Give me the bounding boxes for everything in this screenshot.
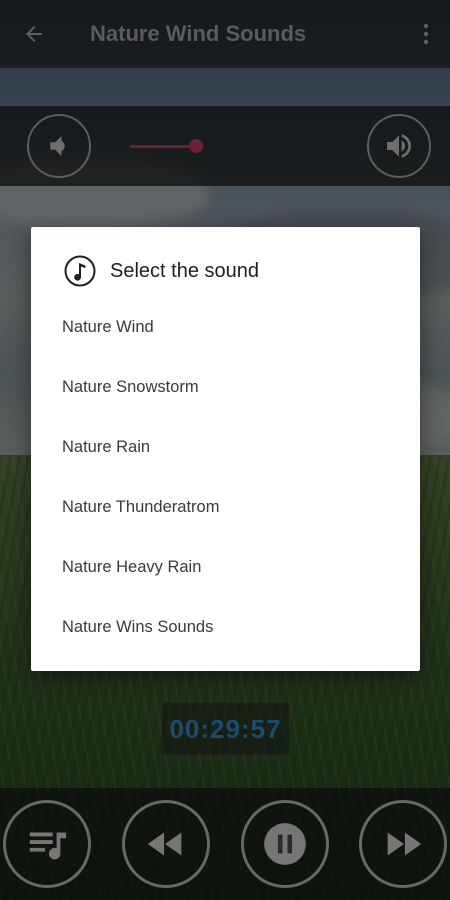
dialog-title: Select the sound: [110, 259, 259, 282]
volume-slider[interactable]: [130, 139, 203, 153]
arrow-left-icon: [26, 26, 42, 42]
volume-up-button[interactable]: [367, 114, 431, 178]
sound-option-nature-wind[interactable]: Nature Wind: [31, 297, 420, 357]
volume-down-icon: [50, 136, 65, 156]
sound-option-nature-wins-sounds[interactable]: Nature Wins Sounds: [31, 597, 420, 657]
pause-icon: [264, 823, 306, 865]
overflow-menu-button[interactable]: [402, 0, 450, 68]
back-button[interactable]: [0, 0, 68, 68]
playback-controls: [0, 788, 450, 900]
dialog-header: Select the sound: [64, 255, 259, 287]
sound-option-nature-rain[interactable]: Nature Rain: [31, 417, 420, 477]
volume-slider-thumb[interactable]: [189, 139, 203, 153]
volume-slider-track: [130, 145, 196, 148]
pause-button[interactable]: [241, 800, 329, 888]
more-vertical-icon: [423, 23, 429, 45]
volume-up-icon: [387, 134, 411, 158]
volume-down-button[interactable]: [27, 114, 91, 178]
app-bar: Nature Wind Sounds: [0, 0, 450, 68]
sound-option-nature-snowstorm[interactable]: Nature Snowstorm: [31, 357, 420, 417]
music-note-icon: [64, 255, 96, 287]
sound-list: Nature Wind Nature Snowstorm Nature Rain…: [31, 301, 420, 657]
sound-option-nature-heavy-rain[interactable]: Nature Heavy Rain: [31, 537, 420, 597]
sound-option-nature-thunderstorm[interactable]: Nature Thunderatrom: [31, 477, 420, 537]
volume-bar: [0, 106, 450, 186]
app-title: Nature Wind Sounds: [90, 21, 307, 46]
fast-forward-icon: [387, 832, 422, 856]
fast-forward-button[interactable]: [359, 800, 447, 888]
playlist-music-icon: [29, 832, 67, 860]
playlist-button[interactable]: [3, 800, 91, 888]
rewind-button[interactable]: [122, 800, 210, 888]
select-sound-dialog: Select the sound Nature Wind Nature Snow…: [31, 227, 420, 671]
countdown-timer: 00:29:57: [162, 703, 289, 755]
rewind-icon: [147, 832, 182, 856]
